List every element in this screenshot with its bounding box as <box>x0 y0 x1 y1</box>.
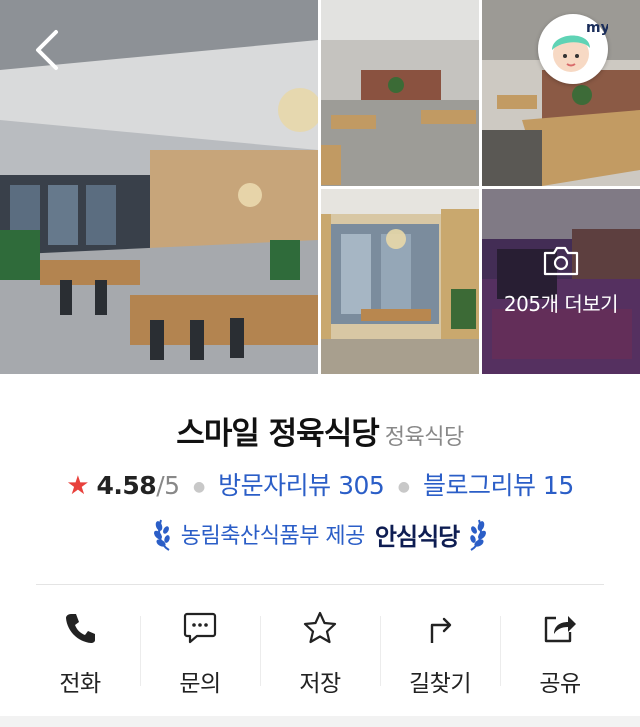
my-profile-button[interactable]: my <box>538 14 610 84</box>
rating-score: 4.58 <box>96 471 157 500</box>
place-category: 정육식당 <box>384 425 464 450</box>
save-label: 저장 <box>299 671 341 697</box>
laurel-left-icon <box>153 519 170 551</box>
share-icon <box>544 616 576 643</box>
inquiry-label: 문의 <box>179 671 221 697</box>
divider <box>36 584 604 585</box>
photo-thumbnail[interactable] <box>321 0 479 186</box>
directions-icon <box>430 617 452 643</box>
directions-label: 길찾기 <box>409 671 471 697</box>
back-button[interactable] <box>30 28 66 72</box>
directions-button[interactable]: 길찾기 <box>380 600 500 710</box>
rating-row: ★ 4.58/5 ● 방문자리뷰 305 ● 블로그리뷰 15 <box>0 466 640 502</box>
section-separator <box>0 716 640 727</box>
rating-max: /5 <box>156 471 180 500</box>
save-button[interactable]: 저장 <box>260 600 380 710</box>
place-name: 스마일 정육식당 <box>176 416 379 452</box>
call-button[interactable]: 전화 <box>20 600 140 710</box>
separator-dot: ● <box>397 479 410 495</box>
share-label: 공유 <box>539 671 581 697</box>
photo-gallery: my 205개 더보기 <box>0 0 640 374</box>
svg-text:my: my <box>586 20 608 36</box>
separator-dot: ● <box>193 479 205 495</box>
call-label: 전화 <box>59 671 101 697</box>
avatar: my <box>540 16 610 82</box>
action-bar: 전화 문의 저장 길찾기 공유 <box>20 600 620 710</box>
photo-thumbnail[interactable] <box>321 189 479 374</box>
chevron-left-icon <box>36 30 58 70</box>
share-button[interactable]: 공유 <box>500 600 620 710</box>
inquiry-button[interactable]: 문의 <box>140 600 260 710</box>
badge-title: 안심식당 <box>374 522 460 551</box>
phone-icon <box>66 614 95 643</box>
more-photos-label: 205개 더보기 <box>503 292 619 316</box>
visitor-reviews-link[interactable]: 방문자리뷰 305 <box>218 471 385 500</box>
more-photos-button[interactable]: 205개 더보기 <box>482 189 640 374</box>
safe-restaurant-badge[interactable]: 농림축산식품부 제공 안심식당 <box>0 516 640 552</box>
place-header: 스마일 정육식당 정육식당 <box>0 408 640 453</box>
badge-provider: 농림축산식품부 제공 <box>180 524 366 549</box>
chat-icon <box>183 612 217 644</box>
laurel-right-icon <box>470 519 487 551</box>
star-icon: ★ <box>66 471 90 501</box>
camera-icon <box>543 246 579 276</box>
blog-reviews-link[interactable]: 블로그리뷰 15 <box>423 471 574 500</box>
star-icon <box>303 611 337 644</box>
